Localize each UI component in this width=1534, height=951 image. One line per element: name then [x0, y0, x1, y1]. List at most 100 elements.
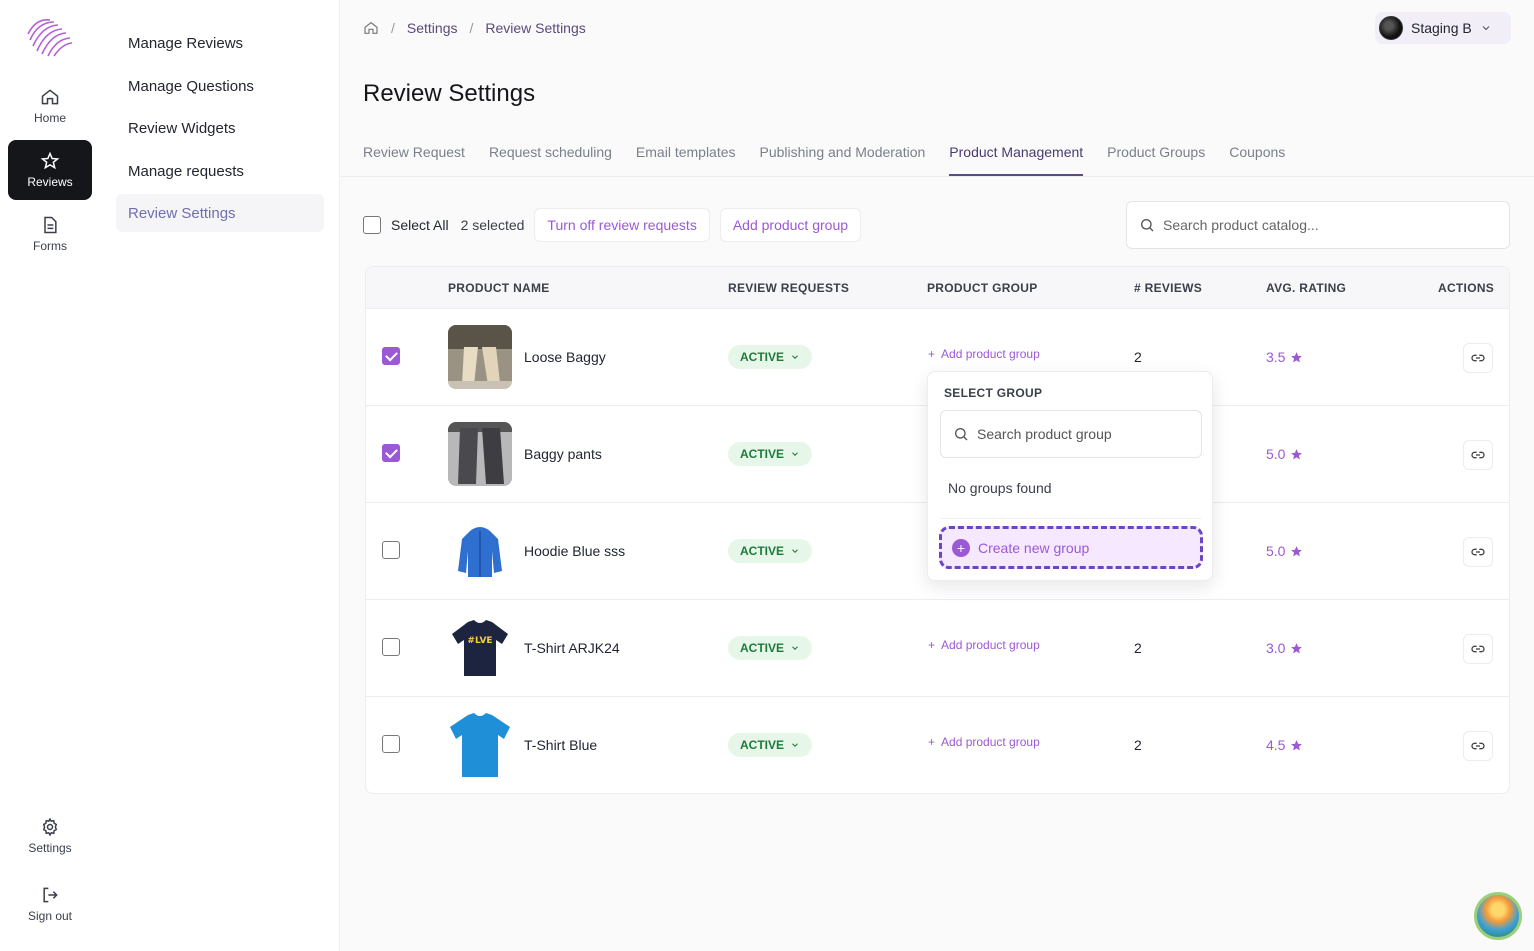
col-review-requests: REVIEW REQUESTS: [728, 281, 850, 295]
table-header: PRODUCT NAME REVIEW REQUESTS PRODUCT GRO…: [366, 267, 1509, 309]
status-badge[interactable]: ACTIVE: [728, 539, 812, 563]
subnav-item-manage-requests[interactable]: Manage requests: [116, 152, 324, 190]
product-name[interactable]: Hoodie Blue sss: [524, 543, 625, 559]
subnav-item-review-settings[interactable]: Review Settings: [116, 194, 324, 232]
group-search-input[interactable]: [977, 426, 1187, 442]
rail-item-sign-out[interactable]: Sign out: [8, 874, 92, 934]
product-name[interactable]: Loose Baggy: [524, 349, 606, 365]
star-icon: [1291, 545, 1303, 556]
chevron-down-icon: [792, 743, 798, 748]
tab-publishing-moderation[interactable]: Publishing and Moderation: [760, 138, 926, 176]
row-checkbox[interactable]: [382, 638, 400, 656]
plus-icon: +: [928, 735, 936, 749]
row-checkbox[interactable]: [382, 444, 400, 462]
rating-value: 5.0: [1266, 543, 1286, 559]
status-badge[interactable]: ACTIVE: [728, 733, 812, 757]
product-name[interactable]: Baggy pants: [524, 446, 602, 462]
subnav-item-manage-questions[interactable]: Manage Questions: [116, 67, 324, 105]
row-checkbox[interactable]: [382, 541, 400, 559]
product-catalog-search: [1126, 201, 1510, 249]
col-product-group: PRODUCT GROUP: [927, 281, 1038, 295]
tab-product-groups[interactable]: Product Groups: [1107, 138, 1205, 176]
rail-item-label: Forms: [33, 239, 67, 253]
copy-link-button[interactable]: [1463, 731, 1493, 761]
status-badge[interactable]: ACTIVE: [728, 636, 812, 660]
avg-rating: 3.5: [1266, 349, 1303, 365]
plus-icon: +: [928, 347, 936, 361]
create-new-group-label: Create new group: [978, 539, 1090, 556]
subnav-item-review-widgets[interactable]: Review Widgets: [116, 109, 324, 147]
link-icon: [1471, 548, 1485, 556]
breadcrumb-review-settings[interactable]: Review Settings: [485, 20, 585, 36]
popover-divider: [940, 518, 1202, 519]
row-checkbox[interactable]: [382, 347, 400, 365]
add-product-group-link[interactable]: + Add product group: [928, 347, 1040, 361]
status-badge[interactable]: ACTIVE: [728, 345, 812, 369]
add-product-group-link[interactable]: + Add product group: [928, 638, 1040, 652]
copy-link-button[interactable]: [1463, 634, 1493, 664]
subnav-item-manage-reviews[interactable]: Manage Reviews: [116, 24, 324, 62]
tab-email-templates[interactable]: Email templates: [636, 138, 736, 176]
col-actions: ACTIONS: [1438, 281, 1495, 295]
rail-item-forms[interactable]: Forms: [8, 204, 92, 264]
popover-title: SELECT GROUP: [944, 386, 1043, 400]
tab-review-request[interactable]: Review Request: [363, 138, 465, 176]
add-product-group-link[interactable]: + Add product group: [928, 735, 1040, 749]
row-checkbox[interactable]: [382, 735, 400, 753]
search-input[interactable]: [1163, 217, 1483, 233]
svg-text:#LVE: #LVE: [467, 636, 492, 646]
add-product-group-label: Add product group: [941, 347, 1040, 361]
home-icon[interactable]: [363, 20, 379, 36]
avg-rating: 5.0: [1266, 543, 1303, 559]
home-icon: [41, 89, 59, 105]
add-product-group-label: Add product group: [941, 638, 1040, 652]
product-thumbnail: [448, 713, 512, 777]
product-thumbnail: [448, 325, 512, 389]
rail-item-home[interactable]: Home: [8, 76, 92, 136]
breadcrumb: / Settings / Review Settings: [363, 18, 586, 38]
select-all-label[interactable]: Select All: [391, 217, 449, 233]
settings-tabs: Review Request Request scheduling Email …: [363, 138, 1285, 176]
product-name[interactable]: T-Shirt ARJK24: [524, 640, 620, 656]
add-product-group-label: Add product group: [941, 735, 1040, 749]
star-icon: [1291, 448, 1303, 459]
status-label: ACTIVE: [739, 738, 784, 752]
selected-count: 2 selected: [460, 217, 525, 233]
tab-request-scheduling[interactable]: Request scheduling: [489, 138, 612, 176]
link-icon: [1471, 742, 1485, 750]
breadcrumb-settings[interactable]: Settings: [407, 20, 458, 36]
user-avatar[interactable]: [1474, 892, 1522, 940]
copy-link-button[interactable]: [1463, 343, 1493, 373]
rail-item-label: Reviews: [27, 175, 73, 189]
link-icon: [1471, 451, 1485, 459]
tab-product-management[interactable]: Product Management: [949, 138, 1084, 176]
rail-item-reviews[interactable]: Reviews: [8, 140, 92, 200]
col-product-name: PRODUCT NAME: [448, 281, 550, 295]
rail-item-settings[interactable]: Settings: [8, 806, 92, 866]
gear-icon: [42, 817, 58, 837]
tab-coupons[interactable]: Coupons: [1229, 138, 1285, 176]
add-product-group-button[interactable]: Add product group: [719, 208, 862, 242]
chevron-down-icon: [792, 355, 798, 360]
status-badge[interactable]: ACTIVE: [728, 442, 812, 466]
create-new-group-button[interactable]: + Create new group: [939, 526, 1203, 569]
link-icon: [1471, 645, 1485, 653]
workspace-switcher[interactable]: Staging B: [1375, 12, 1511, 44]
app-rail: Home Reviews Forms Settings Sign out: [0, 0, 100, 951]
copy-link-button[interactable]: [1463, 440, 1493, 470]
table-row: #LVE T-Shirt ARJK24 ACTIVE + Add product…: [366, 600, 1509, 697]
select-all-checkbox[interactable]: [363, 216, 381, 234]
status-label: ACTIVE: [739, 544, 784, 558]
page-title: Review Settings: [363, 80, 536, 107]
product-name[interactable]: T-Shirt Blue: [524, 737, 597, 753]
review-count: 2: [1134, 349, 1142, 365]
turn-off-review-requests-button[interactable]: Turn off review requests: [534, 208, 710, 242]
plus-circle-icon: +: [952, 538, 970, 557]
star-icon: [1291, 351, 1303, 362]
brand-logo[interactable]: [24, 14, 76, 58]
star-icon: [40, 151, 60, 170]
link-icon: [1471, 354, 1485, 362]
copy-link-button[interactable]: [1463, 537, 1493, 567]
review-count: 2: [1134, 640, 1142, 656]
group-search: [940, 410, 1202, 458]
